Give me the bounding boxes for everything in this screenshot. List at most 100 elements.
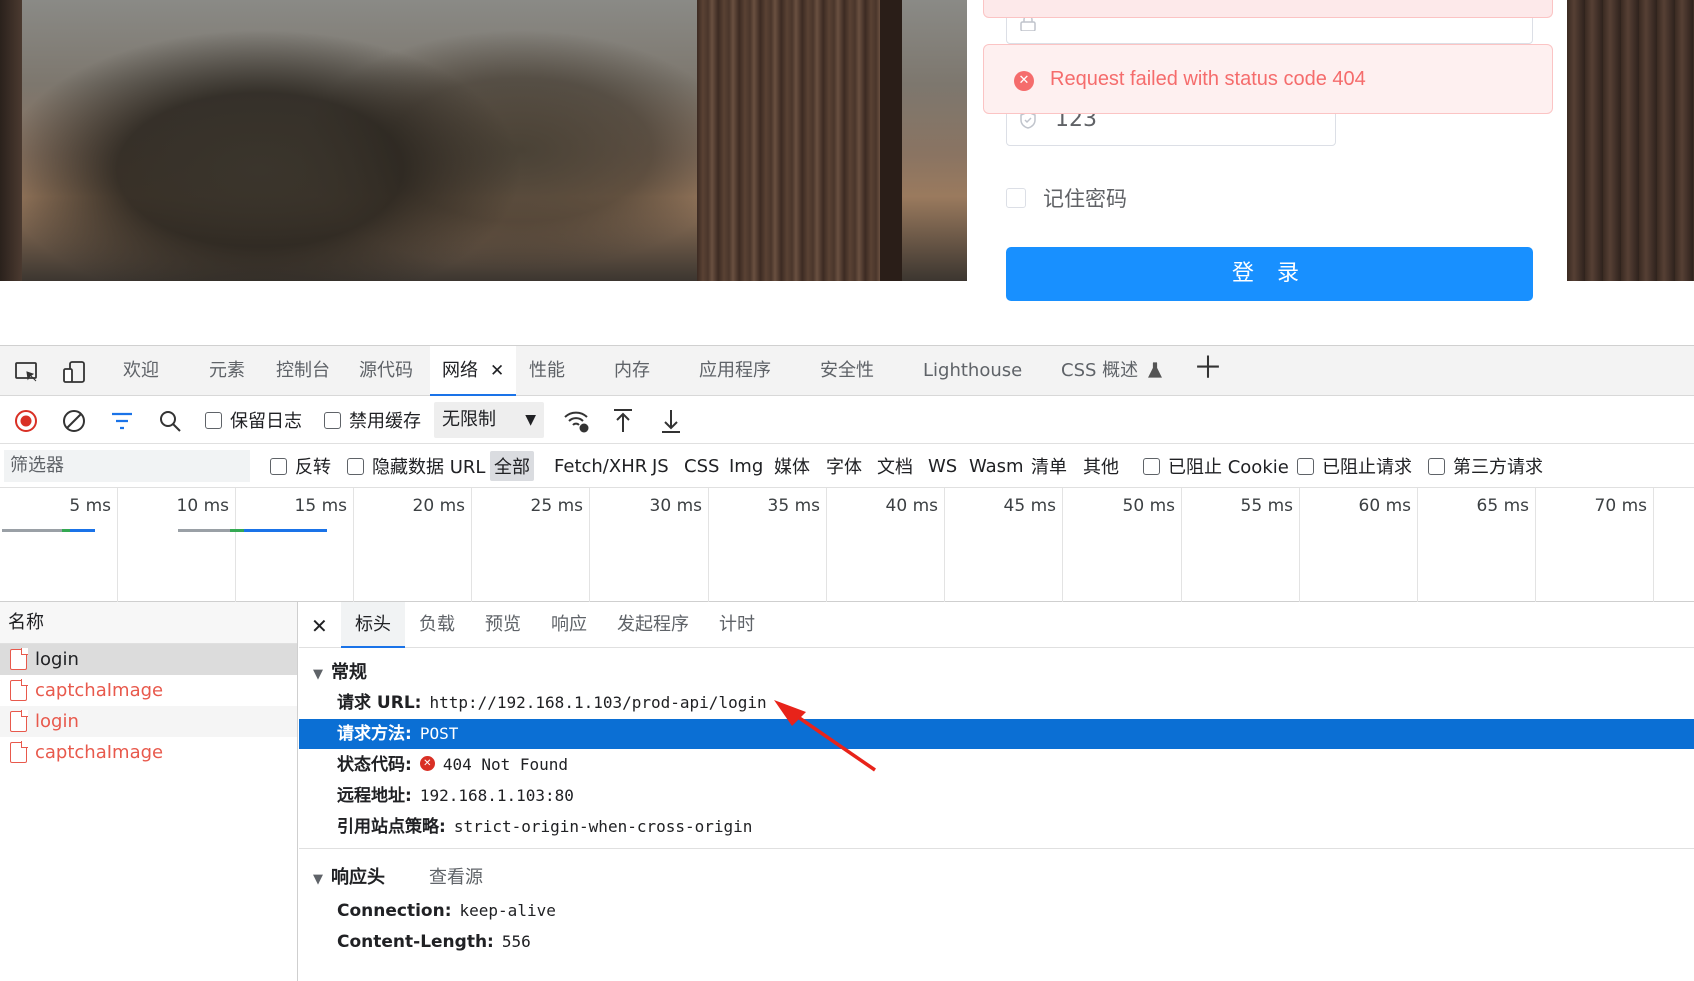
referrer-policy-key: 引用站点策略: — [337, 817, 446, 837]
export-har-icon[interactable] — [660, 408, 682, 434]
third-party-checkbox[interactable] — [1428, 457, 1445, 475]
tick-label: 35 ms — [767, 496, 820, 516]
request-row[interactable]: login — [0, 706, 297, 737]
tab-elements[interactable]: 元素 — [205, 346, 249, 396]
tab-memory[interactable]: 内存 — [610, 346, 654, 396]
timeline-tick: 30 ms — [590, 488, 709, 602]
request-row[interactable]: login — [0, 644, 297, 675]
general-section-header[interactable]: ▼ 常规 — [313, 658, 367, 684]
network-conditions-icon[interactable] — [563, 408, 591, 434]
timeline-tick: 45 ms — [945, 488, 1063, 602]
details-tabbar: ✕ 标头 负载 预览 响应 发起程序 计时 — [299, 602, 1694, 648]
filter-icon[interactable] — [110, 410, 134, 432]
tick-label: 10 ms — [176, 496, 229, 516]
timeline-tick: 20 ms — [354, 488, 472, 602]
request-row[interactable]: captchaImage — [0, 675, 297, 706]
view-source-link[interactable]: 查看源 — [429, 867, 483, 888]
response-headers-section-header[interactable]: ▼ 响应头 查看源 — [313, 863, 483, 889]
document-icon — [10, 741, 28, 763]
type-filter-media[interactable]: 媒体 — [774, 444, 810, 488]
preserve-log-toggle[interactable]: 保留日志 — [205, 396, 302, 444]
type-filter-font[interactable]: 字体 — [826, 444, 862, 488]
content-length-row[interactable]: Content-Length: 556 — [299, 927, 1694, 957]
type-filter-fetch-xhr[interactable]: Fetch/XHR — [554, 444, 647, 488]
close-details-icon[interactable]: ✕ — [311, 614, 328, 638]
name-column-header[interactable]: 名称 — [0, 602, 297, 644]
login-button[interactable]: 登 录 — [1006, 247, 1533, 301]
tab-application[interactable]: 应用程序 — [695, 346, 775, 396]
status-code-row[interactable]: 状态代码: ✕ 404 Not Found — [299, 750, 1694, 780]
tick-label: 65 ms — [1476, 496, 1529, 516]
tab-sources[interactable]: 源代码 — [355, 346, 417, 396]
device-toolbar-icon[interactable] — [61, 359, 87, 385]
timeline-tick: 35 ms — [709, 488, 827, 602]
timeline-tick: 10 ms — [118, 488, 236, 602]
tab-welcome[interactable]: 欢迎 — [119, 346, 163, 396]
request-url-row[interactable]: 请求 URL: http://192.168.1.103/prod-api/log… — [299, 688, 1694, 718]
type-filter-css[interactable]: CSS — [684, 444, 719, 488]
invert-toggle[interactable]: 反转 — [270, 444, 331, 488]
request-name: login — [35, 711, 79, 732]
import-har-icon[interactable] — [612, 408, 634, 434]
tick-label: 50 ms — [1122, 496, 1175, 516]
request-name: captchaImage — [35, 742, 164, 763]
remote-address-row[interactable]: 远程地址: 192.168.1.103:80 — [299, 781, 1694, 811]
timing-bar-waiting — [2, 529, 62, 532]
type-filter-img[interactable]: Img — [729, 444, 763, 488]
filter-input[interactable]: 筛选器 — [4, 450, 250, 482]
blocked-cookies-checkbox[interactable] — [1143, 457, 1160, 475]
type-filter-all[interactable]: 全部 — [490, 451, 534, 481]
type-filter-doc[interactable]: 文档 — [877, 444, 913, 488]
add-tab-icon[interactable]: ＋ — [1193, 354, 1223, 384]
tab-network[interactable]: 网络 ✕ — [430, 346, 517, 396]
clear-icon[interactable] — [62, 409, 86, 433]
throttling-select[interactable]: 无限制 ▼ — [434, 402, 544, 438]
remember-checkbox[interactable] — [1006, 188, 1026, 208]
tab-headers[interactable]: 标头 — [341, 602, 405, 648]
type-filter-ws[interactable]: WS — [928, 444, 957, 488]
referrer-policy-row[interactable]: 引用站点策略: strict-origin-when-cross-origin — [299, 812, 1694, 842]
network-overview[interactable]: 5 ms 10 ms 15 ms 20 ms 25 ms 30 ms 35 ms… — [0, 488, 1694, 602]
blocked-requests-toggle[interactable]: 已阻止请求 — [1297, 444, 1412, 488]
preserve-log-label: 保留日志 — [230, 411, 302, 432]
timeline-tick: 25 ms — [472, 488, 590, 602]
invert-checkbox[interactable] — [270, 457, 287, 475]
search-icon[interactable] — [158, 409, 182, 433]
timing-bar-download — [70, 529, 95, 532]
tab-preview[interactable]: 预览 — [471, 602, 535, 648]
remote-address-key: 远程地址: — [337, 786, 412, 806]
blocked-requests-checkbox[interactable] — [1297, 457, 1314, 475]
connection-header-row[interactable]: Connection: keep-alive — [299, 896, 1694, 926]
preserve-log-checkbox[interactable] — [205, 411, 222, 429]
tab-security[interactable]: 安全性 — [816, 346, 878, 396]
remember-password[interactable]: 记住密码 — [1006, 183, 1127, 213]
type-filter-other[interactable]: 其他 — [1083, 444, 1119, 488]
hide-data-url-toggle[interactable]: 隐藏数据 URL — [347, 444, 485, 488]
type-filter-manifest[interactable]: 清单 — [1031, 444, 1067, 488]
disable-cache-checkbox[interactable] — [324, 411, 341, 429]
tab-response[interactable]: 响应 — [537, 602, 601, 648]
tab-timing[interactable]: 计时 — [705, 602, 769, 648]
tab-lighthouse[interactable]: Lighthouse — [919, 346, 1026, 396]
tab-initiator[interactable]: 发起程序 — [603, 602, 703, 648]
request-row[interactable]: captchaImage — [0, 737, 297, 768]
type-filter-wasm[interactable]: Wasm — [969, 444, 1024, 488]
tab-payload[interactable]: 负载 — [405, 602, 469, 648]
request-method-row[interactable]: 请求方法: POST — [299, 719, 1694, 749]
tab-performance[interactable]: 性能 — [525, 346, 569, 396]
type-filter-js[interactable]: JS — [652, 444, 669, 488]
previous-error-toast — [983, 0, 1553, 18]
request-url-key: 请求 URL: — [337, 693, 422, 713]
inspect-icon[interactable] — [14, 359, 40, 385]
close-icon[interactable]: ✕ — [490, 361, 504, 381]
record-icon[interactable] — [14, 409, 38, 433]
expand-triangle-icon: ▼ — [313, 667, 323, 682]
hide-data-url-checkbox[interactable] — [347, 457, 364, 475]
disable-cache-toggle[interactable]: 禁用缓存 — [324, 396, 421, 444]
tab-css-overview[interactable]: CSS 概述 — [1057, 346, 1166, 396]
login-page: ••••••••• 123 ✕ Request failed with stat… — [0, 0, 1694, 345]
third-party-label: 第三方请求 — [1453, 457, 1543, 478]
blocked-cookies-toggle[interactable]: 已阻止 Cookie — [1143, 444, 1289, 488]
third-party-toggle[interactable]: 第三方请求 — [1428, 444, 1543, 488]
tab-console[interactable]: 控制台 — [272, 346, 334, 396]
